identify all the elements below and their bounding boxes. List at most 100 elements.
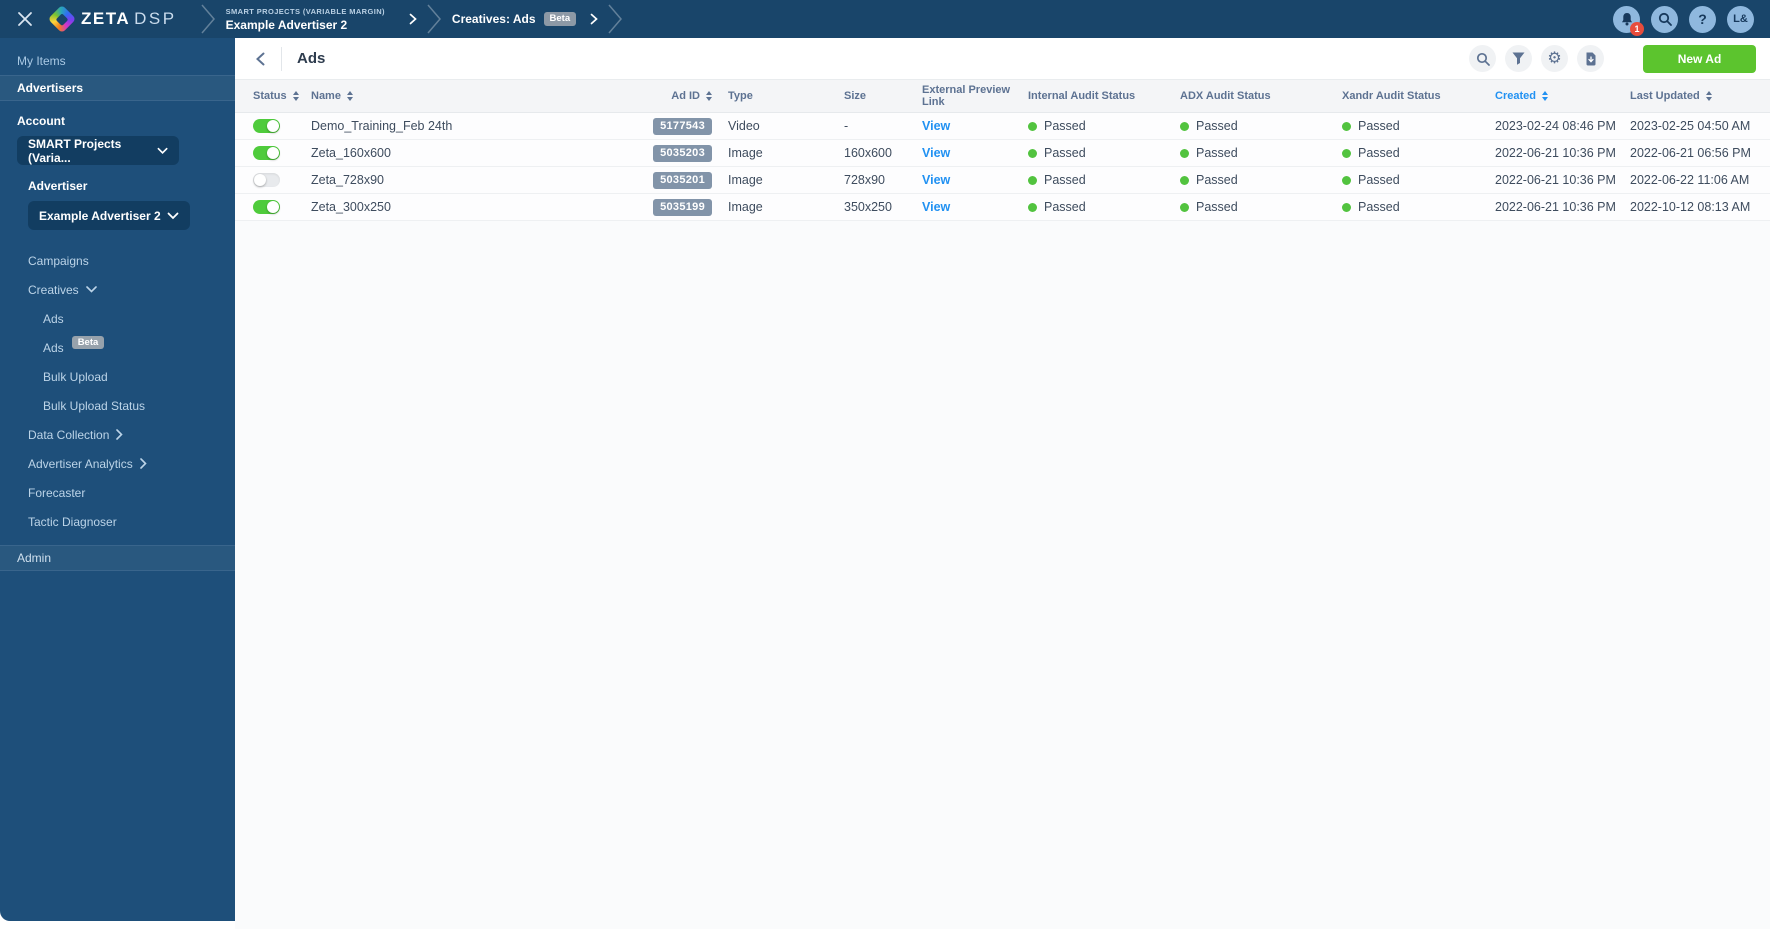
column-label: Xandr Audit Status [1342, 90, 1441, 102]
sidebar-nav: Campaigns Creatives Ads Ads Beta Bulk Up… [0, 246, 235, 536]
ad-type: Video [728, 119, 760, 133]
filter-funnel-icon [1512, 52, 1525, 65]
preview-link[interactable]: View [922, 146, 950, 160]
sidebar-item-forecaster[interactable]: Forecaster [0, 478, 235, 507]
sidebar: My Items Advertisers Account SMART Proje… [0, 38, 235, 921]
sidebar-item-my-items[interactable]: My Items [0, 46, 235, 75]
status-toggle[interactable] [253, 119, 280, 133]
adx-audit-status: Passed [1180, 146, 1342, 160]
sort-icon [706, 91, 712, 101]
internal-audit-status: Passed [1028, 173, 1180, 187]
status-text: Passed [1196, 119, 1238, 133]
filter-button[interactable] [1505, 45, 1532, 72]
sidebar-item-data-collection[interactable]: Data Collection [0, 420, 235, 449]
breadcrumb-advertiser[interactable]: SMART PROJECTS (VARIABLE MARGIN) Example… [226, 7, 417, 32]
advertiser-select[interactable]: Example Advertiser 2 [28, 201, 190, 230]
ad-size: 728x90 [844, 173, 886, 187]
export-button[interactable] [1577, 45, 1604, 72]
notification-count-badge: 1 [1630, 21, 1644, 36]
status-text: Passed [1358, 200, 1400, 214]
sidebar-item-creatives[interactable]: Creatives [0, 275, 235, 304]
sidebar-item-admin[interactable]: Admin [0, 545, 235, 571]
status-toggle[interactable] [253, 173, 280, 187]
passed-dot-icon [1028, 121, 1037, 131]
column-header-name[interactable]: Name [311, 90, 656, 102]
brand-name: ZETA [81, 9, 131, 28]
ad-name: Zeta_300x250 [311, 200, 391, 214]
ad-id-badge: 5035199 [653, 198, 712, 216]
my-items-label: My Items [17, 53, 66, 68]
admin-label: Admin [17, 551, 52, 565]
ad-name: Zeta_728x90 [311, 173, 384, 187]
column-header-created[interactable]: Created [1495, 90, 1630, 102]
column-header-internal-audit: Internal Audit Status [1028, 90, 1180, 102]
column-header-size: Size [844, 90, 922, 102]
chevron-right-icon [116, 429, 124, 440]
adx-audit-status: Passed [1180, 173, 1342, 187]
sidebar-item-bulk-upload-status[interactable]: Bulk Upload Status [0, 391, 235, 420]
last-updated: 2023-02-25 04:50 AM [1630, 119, 1751, 133]
ad-size: - [844, 119, 849, 133]
status-text: Passed [1358, 173, 1400, 187]
sidebar-item-ads[interactable]: Ads [0, 304, 235, 333]
page-header: Ads ⚙ New Ad [235, 38, 1770, 80]
status-text: Passed [1196, 173, 1238, 187]
chevron-right-icon[interactable] [409, 13, 417, 25]
settings-button[interactable]: ⚙ [1541, 45, 1568, 72]
column-label: ADX Audit Status [1180, 90, 1271, 102]
passed-dot-icon [1180, 175, 1189, 185]
close-icon[interactable] [14, 8, 36, 30]
xandr-audit-status: Passed [1342, 119, 1495, 133]
column-header-status[interactable]: Status [253, 90, 311, 102]
breadcrumb-creatives-ads[interactable]: Creatives: Ads Beta [452, 12, 598, 26]
ad-type: Image [728, 200, 763, 214]
breadcrumb-creatives-label: Creatives: Ads [451, 12, 536, 26]
ad-id-badge: 5035201 [653, 171, 712, 189]
notifications-button[interactable]: 1 [1613, 5, 1644, 36]
search-icon [1658, 12, 1672, 26]
last-updated: 2022-06-21 06:56 PM [1630, 146, 1751, 160]
sidebar-item-advertisers[interactable]: Advertisers [0, 75, 235, 101]
status-toggle[interactable] [253, 146, 280, 160]
table-header: Status Name Ad ID Type Size External Pre… [235, 80, 1770, 113]
new-ad-button[interactable]: New Ad [1643, 44, 1756, 73]
chevron-down-icon [85, 286, 97, 293]
status-toggle[interactable] [253, 200, 280, 214]
preview-link[interactable]: View [922, 173, 950, 187]
sidebar-item-ads-beta[interactable]: Ads Beta [0, 333, 235, 362]
back-button[interactable] [247, 46, 273, 72]
preview-link[interactable]: View [922, 200, 950, 214]
campaigns-label: Campaigns [28, 253, 89, 268]
passed-dot-icon [1180, 148, 1189, 158]
beta-badge: Beta [71, 335, 105, 350]
account-select[interactable]: SMART Projects (Varia... [17, 136, 179, 165]
global-search-button[interactable] [1651, 5, 1678, 33]
status-text: Passed [1196, 200, 1238, 214]
account-label: Account [17, 114, 65, 128]
advertiser-section: Advertiser Example Advertiser 2 [28, 179, 218, 230]
ad-id-badge: 5177543 [653, 117, 712, 135]
help-button[interactable]: ? [1689, 5, 1716, 33]
chevron-right-icon[interactable] [590, 13, 598, 25]
status-text: Passed [1044, 173, 1086, 187]
ad-type: Image [728, 173, 763, 187]
sidebar-item-bulk-upload[interactable]: Bulk Upload [0, 362, 235, 391]
toggle-knob [267, 201, 279, 213]
toggle-knob [267, 120, 279, 132]
table-search-button[interactable] [1469, 45, 1496, 72]
column-header-ad-id[interactable]: Ad ID [656, 90, 728, 102]
main-content: Ads ⚙ New Ad Status Name Ad ID Type Size… [235, 38, 1770, 929]
passed-dot-icon [1342, 121, 1351, 131]
creatives-label: Creatives [28, 282, 79, 297]
ad-size: 350x250 [844, 200, 892, 214]
user-avatar[interactable]: L& [1727, 5, 1754, 33]
sidebar-item-campaigns[interactable]: Campaigns [0, 246, 235, 275]
advertiser-select-value: Example Advertiser 2 [39, 208, 161, 223]
sidebar-item-tactic-diagnoser[interactable]: Tactic Diagnoser [0, 507, 235, 536]
column-header-last-updated[interactable]: Last Updated [1630, 90, 1770, 102]
breadcrumb-separator-icon [608, 4, 623, 34]
file-download-icon [1586, 52, 1595, 65]
status-text: Passed [1044, 146, 1086, 160]
sidebar-item-advertiser-analytics[interactable]: Advertiser Analytics [0, 449, 235, 478]
preview-link[interactable]: View [922, 119, 950, 133]
